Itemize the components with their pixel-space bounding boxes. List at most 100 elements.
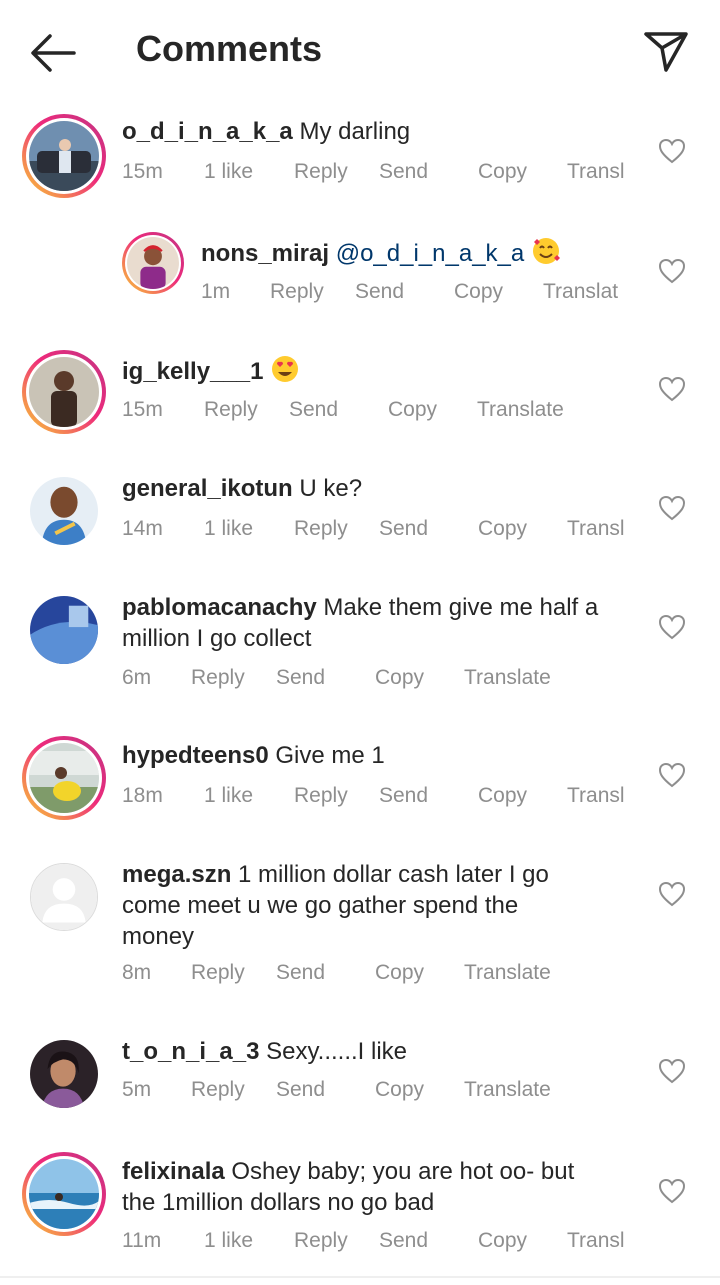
translate-button[interactable]: Transl xyxy=(567,784,625,808)
avatar[interactable] xyxy=(22,855,106,939)
reply-button[interactable]: Reply xyxy=(294,160,348,184)
comment-actions: 18m 1 like Reply Send Copy Transl xyxy=(122,784,642,812)
translate-button[interactable]: Translate xyxy=(477,398,564,422)
copy-button[interactable]: Copy xyxy=(478,517,527,541)
send-button[interactable]: Send xyxy=(355,280,404,304)
send-button[interactable]: Send xyxy=(379,517,428,541)
avatar[interactable] xyxy=(122,232,184,294)
comment-username[interactable]: t_o_n_i_a_3 xyxy=(122,1038,259,1065)
comment-username[interactable]: nons_miraj xyxy=(201,240,329,267)
translate-button[interactable]: Transl xyxy=(567,1229,625,1253)
smiling-face-with-hearts-emoji xyxy=(532,238,560,264)
send-button[interactable]: Send xyxy=(379,160,428,184)
comment-body: 1 million dollar cash later I go xyxy=(231,861,549,888)
comment-body: Give me 1 xyxy=(268,742,385,769)
translate-button[interactable]: Translate xyxy=(464,961,551,985)
reply-button[interactable]: Reply xyxy=(191,961,245,985)
reply-button[interactable]: Reply xyxy=(270,280,324,304)
comment-username[interactable]: felixinala xyxy=(122,1158,225,1185)
reply-button[interactable]: Reply xyxy=(191,666,245,690)
comment-username[interactable]: ig_kelly___1 xyxy=(122,358,263,385)
translate-button[interactable]: Translat xyxy=(543,280,618,304)
translate-button[interactable]: Transl xyxy=(567,517,625,541)
comment-body-line2: million I go collect xyxy=(122,625,312,652)
heart-icon[interactable] xyxy=(658,881,686,907)
copy-button[interactable]: Copy xyxy=(478,160,527,184)
comment-username[interactable]: pablomacanachy xyxy=(122,594,317,621)
likes-count[interactable]: 1 like xyxy=(204,784,253,808)
heart-icon[interactable] xyxy=(658,258,686,284)
heart-icon[interactable] xyxy=(658,614,686,640)
profile-photo xyxy=(30,596,98,664)
heart-eyes-emoji xyxy=(272,356,299,382)
translate-button[interactable]: Translate xyxy=(464,1078,551,1102)
comment-username[interactable]: o_d_i_n_a_k_a xyxy=(122,118,293,145)
avatar[interactable] xyxy=(22,469,106,553)
likes-count[interactable]: 1 like xyxy=(204,517,253,541)
comment-text: mega.szn 1 million dollar cash later I g… xyxy=(122,859,549,952)
copy-button[interactable]: Copy xyxy=(375,961,424,985)
heart-icon[interactable] xyxy=(658,138,686,164)
heart-icon[interactable] xyxy=(658,376,686,402)
send-button[interactable]: Send xyxy=(379,1229,428,1253)
copy-button[interactable]: Copy xyxy=(478,1229,527,1253)
comment-actions: 15m 1 like Reply Send Copy Transl xyxy=(122,160,642,188)
profile-photo xyxy=(127,237,179,289)
heart-icon[interactable] xyxy=(658,762,686,788)
comment-time: 15m xyxy=(122,398,163,421)
avatar[interactable] xyxy=(22,588,106,672)
likes-count[interactable]: 1 like xyxy=(204,160,253,184)
heart-icon[interactable] xyxy=(658,495,686,521)
comment-item: o_d_i_n_a_k_a My darling 15m 1 like Repl… xyxy=(0,110,720,220)
likes-count[interactable]: 1 like xyxy=(204,1229,253,1253)
reply-button[interactable]: Reply xyxy=(191,1078,245,1102)
copy-button[interactable]: Copy xyxy=(478,784,527,808)
avatar[interactable] xyxy=(22,114,106,198)
back-button[interactable] xyxy=(28,30,78,76)
copy-button[interactable]: Copy xyxy=(388,398,437,422)
comment-username[interactable]: mega.szn xyxy=(122,861,231,888)
comment-text: t_o_n_i_a_3 Sexy......I like xyxy=(122,1036,407,1067)
translate-button[interactable]: Transl xyxy=(567,160,625,184)
page-title: Comments xyxy=(136,28,323,69)
comment-username[interactable]: general_ikotun xyxy=(122,475,293,502)
send-button[interactable]: Send xyxy=(276,1078,325,1102)
heart-icon[interactable] xyxy=(658,1058,686,1084)
comment-body: My darling xyxy=(292,118,411,145)
copy-button[interactable]: Copy xyxy=(375,666,424,690)
copy-button[interactable]: Copy xyxy=(454,280,503,304)
translate-button[interactable]: Translate xyxy=(464,666,551,690)
comment-time: 6m xyxy=(122,666,152,689)
comment-reply-item: nons_miraj @o_d_i_n_a_k_a 1m Reply Send … xyxy=(0,230,720,340)
send-button[interactable]: Send xyxy=(276,961,325,985)
comment-body: Sexy......I like xyxy=(259,1038,408,1065)
heart-icon[interactable] xyxy=(658,1178,686,1204)
profile-photo xyxy=(29,121,99,191)
profile-photo xyxy=(30,477,98,545)
reply-button[interactable]: Reply xyxy=(204,398,258,422)
share-button[interactable] xyxy=(640,28,692,74)
comment-text: felixinala Oshey baby; you are hot oo- b… xyxy=(122,1156,574,1218)
avatar[interactable] xyxy=(22,350,106,434)
comment-body: U ke? xyxy=(292,475,363,502)
comment-text: ig_kelly___1 xyxy=(122,354,300,387)
profile-photo xyxy=(29,1159,99,1229)
avatar[interactable] xyxy=(22,1032,106,1116)
comment-body xyxy=(263,358,270,385)
comment-actions: 1m Reply Send Copy Translat xyxy=(201,280,651,308)
comment-text: hypedteens0 Give me 1 xyxy=(122,740,385,771)
comment-item: hypedteens0 Give me 1 18m 1 like Reply S… xyxy=(0,734,720,844)
send-button[interactable]: Send xyxy=(289,398,338,422)
reply-button[interactable]: Reply xyxy=(294,1229,348,1253)
comment-actions: 14m 1 like Reply Send Copy Transl xyxy=(122,517,642,545)
comment-time: 5m xyxy=(122,1078,152,1101)
send-button[interactable]: Send xyxy=(276,666,325,690)
avatar[interactable] xyxy=(22,1152,106,1236)
comment-username[interactable]: hypedteens0 xyxy=(122,742,269,769)
copy-button[interactable]: Copy xyxy=(375,1078,424,1102)
mention-link[interactable]: @o_d_i_n_a_k_a xyxy=(336,240,525,267)
reply-button[interactable]: Reply xyxy=(294,784,348,808)
send-button[interactable]: Send xyxy=(379,784,428,808)
avatar[interactable] xyxy=(22,736,106,820)
reply-button[interactable]: Reply xyxy=(294,517,348,541)
